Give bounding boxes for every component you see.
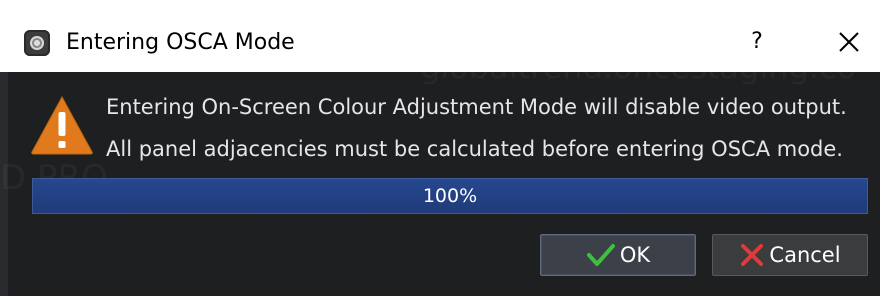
progress-label: 100%: [422, 185, 478, 207]
checkmark-icon: [586, 244, 615, 266]
cancel-button[interactable]: Cancel: [712, 234, 868, 276]
close-icon: [839, 32, 859, 52]
dialog-body: globaltrend.oncestaging.co D PRO Enterin…: [0, 48, 880, 296]
close-button[interactable]: [828, 24, 868, 60]
ok-button[interactable]: OK: [540, 234, 696, 276]
dialog-window: Entering OSCA Mode ? globaltrend.oncesta…: [0, 0, 880, 296]
warning-icon: [31, 95, 93, 155]
title-bar[interactable]: Entering OSCA Mode ?: [0, 0, 880, 72]
help-button[interactable]: ?: [740, 26, 774, 58]
progress-bar: 100%: [32, 178, 868, 214]
window-title: Entering OSCA Mode: [66, 30, 295, 55]
cancel-button-label: Cancel: [769, 243, 841, 267]
message-line-1: Entering On-Screen Colour Adjustment Mod…: [106, 95, 847, 119]
ok-button-label: OK: [619, 243, 651, 267]
app-logo-icon: [24, 30, 50, 56]
x-icon: [741, 244, 764, 266]
message-line-2: All panel adjacencies must be calculated…: [106, 137, 843, 161]
